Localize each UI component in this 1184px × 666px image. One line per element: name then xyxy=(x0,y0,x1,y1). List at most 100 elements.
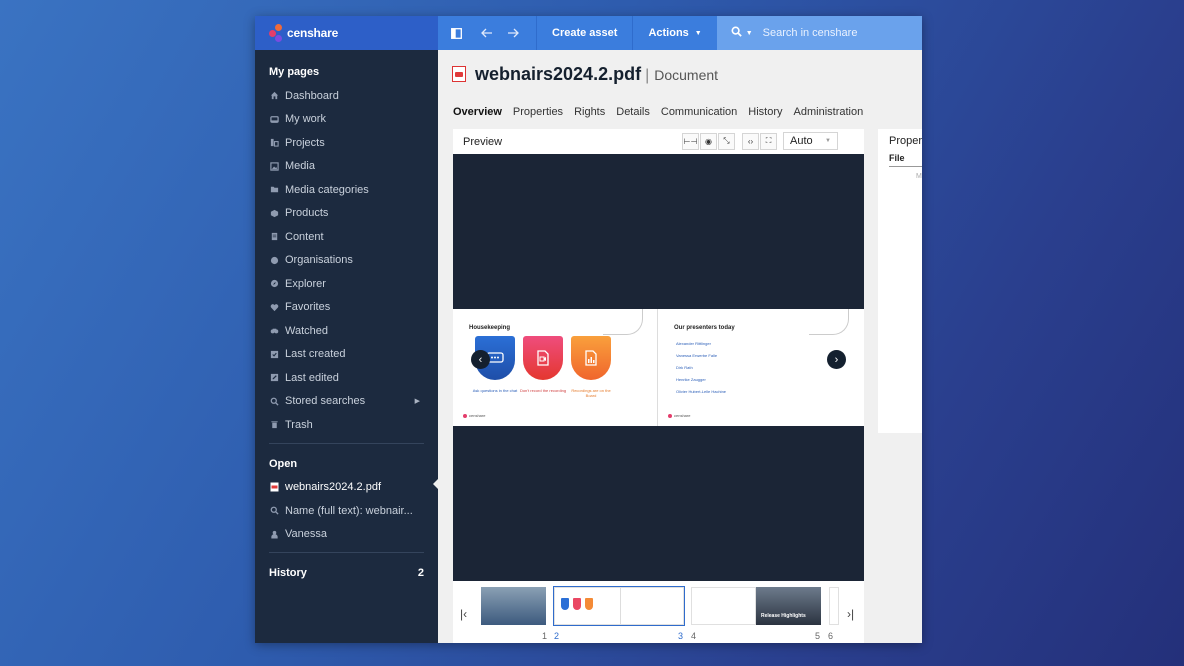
compass-icon xyxy=(269,279,279,289)
sidebar-item-trash[interactable]: Trash xyxy=(255,413,438,437)
trash-icon xyxy=(269,420,279,430)
submenu-arrow-icon[interactable]: ▶ xyxy=(415,397,420,405)
sidebar-item-projects[interactable]: Projects xyxy=(255,131,438,155)
sidebar-item-label: Dashboard xyxy=(285,89,339,102)
sidebar-item-label: Media categories xyxy=(285,183,369,196)
open-item-webnairs-pdf[interactable]: webnairs2024.2.pdf xyxy=(255,476,438,500)
thumbnail-page-2-3[interactable] xyxy=(553,586,685,626)
sidebar-item-dashboard[interactable]: Dashboard xyxy=(255,84,438,108)
page-number[interactable]: 6 xyxy=(828,631,833,641)
slide-decoration xyxy=(809,309,849,335)
sidebar-item-label: Last edited xyxy=(285,371,339,384)
tab-communication[interactable]: Communication xyxy=(661,106,737,118)
preview-panel: Preview ⊢⊣ ◉ ⤡ ‹› ⛶ Auto ▼ Housekeeping … xyxy=(453,129,864,643)
thumbnail-page-1[interactable] xyxy=(481,587,546,625)
fullscreen-icon[interactable]: ⛶ xyxy=(760,132,777,150)
sidebar-item-content[interactable]: Content xyxy=(255,225,438,249)
page-number[interactable]: 4 xyxy=(691,631,696,641)
sidebar-item-organisations[interactable]: Organisations xyxy=(255,249,438,273)
tab-administration[interactable]: Administration xyxy=(794,106,864,118)
sidebar-item-media-categories[interactable]: Media categories xyxy=(255,178,438,202)
thumbnail-page-6[interactable] xyxy=(829,587,839,625)
document-icon xyxy=(269,232,279,242)
toggle-sidebar-icon[interactable] xyxy=(438,16,474,50)
search-scope-chevron-icon[interactable]: ▼ xyxy=(746,30,753,37)
preview-toolbar: ⊢⊣ ◉ ⤡ ‹› ⛶ Auto ▼ xyxy=(682,132,838,150)
thumbnail-page-5[interactable]: Release Highlights xyxy=(756,587,821,625)
sidebar-item-media[interactable]: Media xyxy=(255,155,438,179)
report-icon xyxy=(571,336,611,380)
sidebar-item-label: Content xyxy=(285,230,324,243)
create-asset-button[interactable]: Create asset xyxy=(536,16,632,50)
sidebar-item-favorites[interactable]: Favorites xyxy=(255,296,438,320)
zoom-select-value: Auto xyxy=(790,135,813,147)
caption-recordings-board: Recordings are on the Board xyxy=(571,388,611,398)
sidebar-item-label: Watched xyxy=(285,324,329,337)
sidebar-item-label: Media xyxy=(285,160,315,173)
asset-type: Document xyxy=(654,67,719,83)
sidebar-item-label: Products xyxy=(285,207,329,220)
sidebar-item-watched[interactable]: Watched xyxy=(255,319,438,343)
page-number[interactable]: 3 xyxy=(678,631,683,641)
slide-logo-text: censhare xyxy=(469,413,486,418)
my-pages-heading: My pages xyxy=(269,66,320,78)
image-icon xyxy=(269,161,279,171)
sidebar-item-products[interactable]: Products xyxy=(255,202,438,226)
eye-icon[interactable]: ◉ xyxy=(700,132,717,150)
tab-overview[interactable]: Overview xyxy=(453,106,502,118)
checklist-icon xyxy=(269,349,279,359)
open-item-search[interactable]: Name (full text): webnair... xyxy=(255,499,438,523)
sidebar: censhare My pages Dashboard My work Proj… xyxy=(255,16,438,643)
last-page-icon[interactable]: ›| xyxy=(847,607,854,621)
sidebar-item-explorer[interactable]: Explorer xyxy=(255,272,438,296)
first-page-icon[interactable]: |‹ xyxy=(460,607,467,621)
open-item-label: Name (full text): webnair... xyxy=(285,504,413,517)
history-count: 2 xyxy=(417,567,424,579)
next-page-button[interactable]: › xyxy=(827,350,846,369)
sidebar-item-label: Projects xyxy=(285,136,325,149)
tab-properties[interactable]: Properties xyxy=(513,106,563,118)
expand-horizontal-icon[interactable]: ‹› xyxy=(742,132,759,150)
sidebar-item-label: Favorites xyxy=(285,301,331,314)
tab-file[interactable]: File xyxy=(878,147,922,163)
preview-heading: Preview xyxy=(463,135,503,148)
fit-width-icon[interactable]: ⊢⊣ xyxy=(682,132,699,150)
tab-history[interactable]: History xyxy=(748,106,782,118)
tab-rights[interactable]: Rights xyxy=(574,106,605,118)
logo-bar[interactable]: censhare xyxy=(255,16,438,50)
history-section[interactable]: History 2 xyxy=(255,557,438,579)
main-content: webnairs2024.2.pdf | Document Overview P… xyxy=(438,50,922,643)
slide-spread: Housekeeping Ask questions in the chat D… xyxy=(453,309,864,426)
page-number[interactable]: 1 xyxy=(542,631,547,641)
page-number[interactable]: 2 xyxy=(554,631,559,641)
slide-title: Housekeeping xyxy=(469,325,511,331)
user-icon xyxy=(269,529,279,539)
sidebar-item-last-edited[interactable]: Last edited xyxy=(255,366,438,390)
title-separator: | xyxy=(645,67,650,84)
zoom-select[interactable]: Auto ▼ xyxy=(783,132,838,150)
search-input[interactable]: ▼ Search in censhare xyxy=(716,16,922,50)
sidebar-item-last-created[interactable]: Last created xyxy=(255,343,438,367)
sidebar-item-my-work[interactable]: My work xyxy=(255,108,438,132)
folder-icon xyxy=(269,185,279,195)
actions-button[interactable]: Actions ▼ xyxy=(632,16,716,50)
resize-icon[interactable]: ⤡ xyxy=(718,132,735,150)
video-file-icon xyxy=(523,336,563,380)
page-number[interactable]: 5 xyxy=(815,631,820,641)
tab-details[interactable]: Details xyxy=(616,106,650,118)
previous-page-button[interactable]: ‹ xyxy=(471,350,490,369)
sidebar-item-label: My work xyxy=(285,113,326,126)
back-arrow-icon[interactable] xyxy=(474,16,500,50)
open-item-vanessa[interactable]: Vanessa xyxy=(255,523,438,547)
document-viewer[interactable]: Housekeeping Ask questions in the chat D… xyxy=(453,154,864,581)
thumbnail-page-4[interactable] xyxy=(691,587,756,625)
slide-logo-text: censhare xyxy=(674,413,691,418)
binoculars-icon xyxy=(269,326,279,336)
pdf-file-icon xyxy=(452,66,466,82)
sidebar-item-stored-searches[interactable]: Stored searches ▶ xyxy=(255,390,438,414)
create-asset-label: Create asset xyxy=(552,27,618,39)
forward-arrow-icon[interactable] xyxy=(500,16,526,50)
history-heading: History xyxy=(269,567,307,579)
slide-decoration xyxy=(603,309,643,335)
top-bar: Create asset Actions ▼ ▼ Search in censh… xyxy=(438,16,922,50)
